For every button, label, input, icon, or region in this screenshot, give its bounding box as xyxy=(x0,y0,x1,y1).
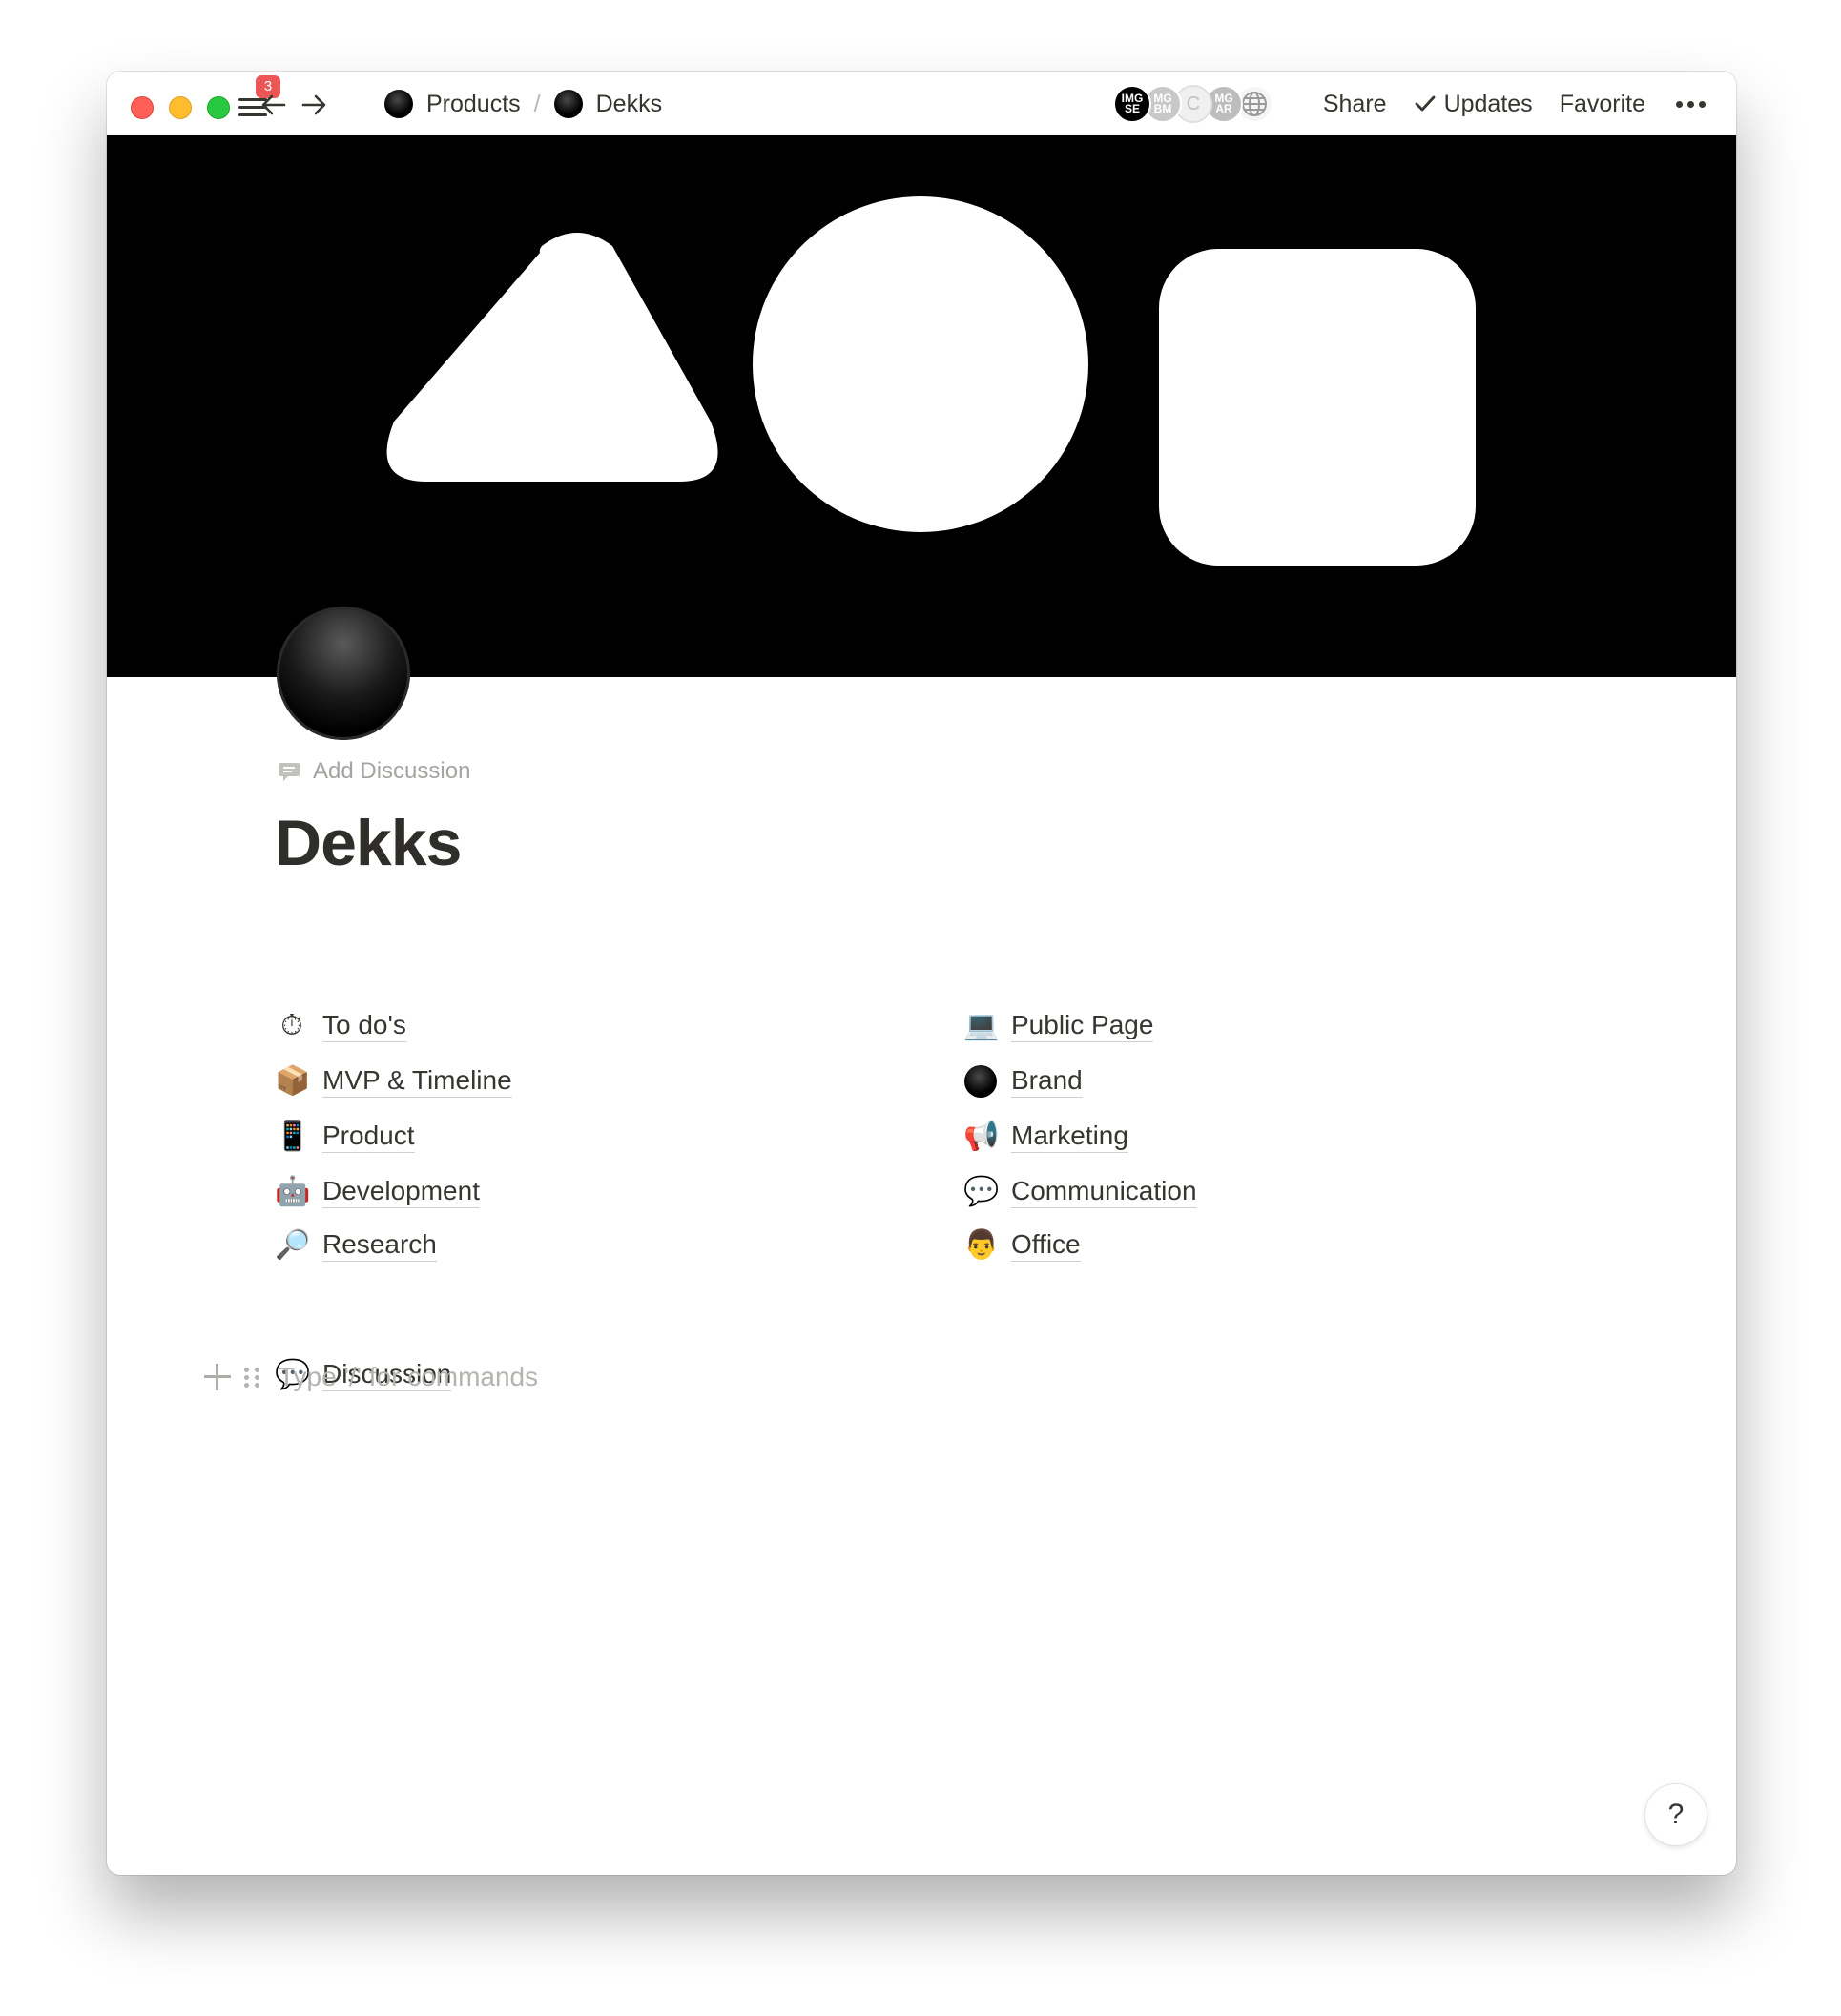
add-discussion-button[interactable]: Add Discussion xyxy=(277,758,470,785)
phone-icon: 📱 xyxy=(275,1120,311,1153)
collaborator-avatars[interactable]: IMG SE MG BM C MG AR xyxy=(1113,85,1285,123)
page-title[interactable]: Dekks xyxy=(275,806,462,880)
zoom-window-button[interactable] xyxy=(207,96,230,119)
page-link-label: To do's xyxy=(322,1010,406,1042)
robot-icon: 🤖 xyxy=(275,1175,311,1208)
black-circle-icon xyxy=(384,90,413,118)
black-circle-icon xyxy=(963,1064,998,1099)
close-window-button[interactable] xyxy=(131,96,154,119)
page-link-label: Brand xyxy=(1011,1065,1083,1098)
top-actions: Share Updates Favorite xyxy=(1323,85,1709,123)
page-link-development[interactable]: 🤖 Development xyxy=(275,1175,480,1209)
package-icon: 📦 xyxy=(275,1064,311,1098)
stopwatch-icon: ⏱ xyxy=(280,1009,303,1042)
cover-circle xyxy=(753,196,1088,532)
page-link-label: Marketing xyxy=(1011,1121,1128,1153)
favorite-button[interactable]: Favorite xyxy=(1560,91,1645,118)
cover-shapes xyxy=(386,196,1476,566)
page-link-label: Public Page xyxy=(1011,1010,1154,1042)
page-link-label: Office xyxy=(1011,1229,1081,1262)
page-link-mvp-timeline[interactable]: 📦 MVP & Timeline xyxy=(275,1064,512,1099)
empty-block: Type '/' for commands xyxy=(202,1362,538,1392)
page-link-brand[interactable]: Brand xyxy=(963,1064,1083,1099)
black-circle-icon xyxy=(553,90,583,118)
breadcrumb-label: Dekks xyxy=(595,90,663,117)
laptop-icon: 💻 xyxy=(963,1009,1000,1042)
share-button[interactable]: Share xyxy=(1323,91,1387,118)
back-arrow-icon[interactable] xyxy=(258,89,290,121)
page-link-label: Research xyxy=(322,1229,437,1262)
breadcrumb-item-products[interactable]: Products xyxy=(377,90,528,118)
page-link-todos[interactable]: ⏱ To do's xyxy=(275,1009,406,1043)
cover-rounded-square xyxy=(1159,249,1476,566)
drag-handle-icon[interactable] xyxy=(244,1363,263,1391)
page-link-communication[interactable]: 💬 Communication xyxy=(963,1175,1197,1209)
comment-icon xyxy=(279,763,300,781)
page-link-public-page[interactable]: 💻 Public Page xyxy=(963,1009,1154,1043)
more-options-icon[interactable] xyxy=(1672,100,1709,108)
forward-arrow-icon[interactable] xyxy=(298,89,330,121)
magnifier-icon: 🔎 xyxy=(275,1228,311,1262)
speech-bubble-icon: 💬 xyxy=(963,1175,1000,1208)
cover-triangle xyxy=(386,233,718,482)
page-link-label: Product xyxy=(322,1121,415,1153)
breadcrumb: Products / Dekks xyxy=(377,85,670,123)
cover-image[interactable] xyxy=(107,135,1736,677)
top-bar: 3 Products / Dekks IMGSE MGBM C MGAR xyxy=(107,72,1736,135)
add-block-icon[interactable] xyxy=(202,1362,233,1392)
page-link-label: Communication xyxy=(1011,1176,1197,1208)
page-link-label: MVP & Timeline xyxy=(322,1065,512,1098)
page-link-marketing[interactable]: 📢 Marketing xyxy=(963,1120,1128,1154)
breadcrumb-separator: / xyxy=(533,90,541,117)
page-link-label: Development xyxy=(322,1176,480,1208)
breadcrumb-item-dekks[interactable]: Dekks xyxy=(547,90,670,118)
office-worker-icon: 👨 xyxy=(963,1228,1000,1262)
page-link-research[interactable]: 🔎 Research xyxy=(275,1228,437,1263)
updates-button[interactable]: Updates xyxy=(1414,91,1533,118)
breadcrumb-label: Products xyxy=(426,90,521,117)
checkmark-icon xyxy=(1415,95,1435,112)
page-link-product[interactable]: 📱 Product xyxy=(275,1120,415,1154)
megaphone-icon: 📢 xyxy=(963,1120,1000,1153)
avatar[interactable]: IMG SE xyxy=(1113,85,1151,123)
command-input[interactable]: Type '/' for commands xyxy=(279,1362,538,1392)
minimize-window-button[interactable] xyxy=(169,96,192,119)
app-window: 3 Products / Dekks IMGSE MGBM C MGAR xyxy=(107,72,1736,1875)
page-link-office[interactable]: 👨 Office xyxy=(963,1228,1081,1263)
page-icon[interactable] xyxy=(277,607,410,740)
window-controls xyxy=(131,96,230,119)
updates-label: Updates xyxy=(1443,90,1533,117)
help-button[interactable]: ? xyxy=(1644,1783,1707,1846)
add-discussion-label: Add Discussion xyxy=(313,758,471,784)
